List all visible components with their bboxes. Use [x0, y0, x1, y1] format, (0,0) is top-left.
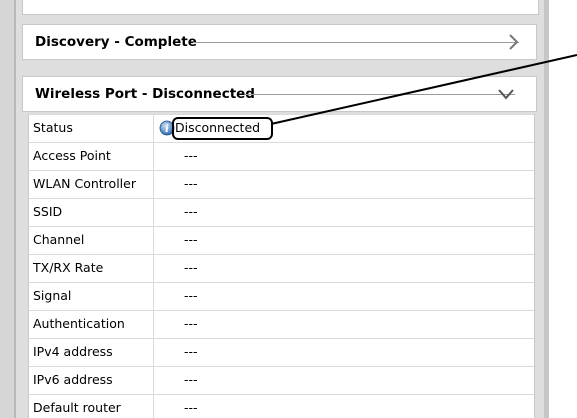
svg-text:i: i	[165, 124, 169, 135]
ipv4-address-label: IPv4 address	[33, 344, 113, 359]
default-router-value: ---	[184, 400, 198, 415]
column-divider	[153, 227, 154, 255]
signal-label: Signal	[33, 288, 72, 303]
column-divider	[153, 143, 154, 171]
column-divider	[153, 171, 154, 199]
ssid-value: ---	[184, 204, 198, 219]
authentication-value: ---	[184, 316, 198, 331]
access-point-value: ---	[184, 148, 198, 163]
column-divider	[153, 283, 154, 311]
status-label: Status	[33, 120, 73, 135]
ipv4-address-value: ---	[184, 344, 198, 359]
column-divider	[153, 311, 154, 339]
column-divider	[153, 339, 154, 367]
tx-rx-rate-label: TX/RX Rate	[33, 260, 104, 275]
table-row: IPv4 address ---	[29, 338, 534, 367]
status-callout-box	[172, 117, 273, 140]
chevron-right-icon[interactable]	[504, 33, 522, 51]
column-divider	[153, 199, 154, 227]
discovery-section-header[interactable]: Discovery - Complete	[22, 24, 537, 60]
channel-label: Channel	[33, 232, 85, 247]
ssid-label: SSID	[33, 204, 63, 219]
ipv6-address-value: ---	[184, 372, 198, 387]
wireless-section-header[interactable]: Wireless Port - Disconnected	[22, 76, 537, 112]
column-divider	[153, 115, 154, 143]
wireless-section-rule	[245, 94, 515, 95]
column-divider	[153, 395, 154, 418]
panel-left-border	[14, 0, 16, 418]
table-row: IPv6 address ---	[29, 366, 534, 395]
wlan-controller-value: ---	[184, 176, 198, 191]
wireless-properties-table: Status i Disconnected Access Point --- W…	[28, 114, 535, 418]
table-row: Authentication ---	[29, 310, 534, 339]
table-row: Channel ---	[29, 226, 534, 255]
wireless-section-title: Wireless Port - Disconnected	[35, 86, 255, 102]
ipv6-address-label: IPv6 address	[33, 372, 113, 387]
tx-rx-rate-value: ---	[184, 260, 198, 275]
table-row: Status i Disconnected	[29, 114, 534, 143]
discovery-section-rule	[193, 42, 519, 43]
column-divider	[153, 255, 154, 283]
default-router-label: Default router	[33, 400, 121, 415]
previous-section-card	[22, 0, 539, 15]
wlan-controller-label: WLAN Controller	[33, 176, 136, 191]
access-point-label: Access Point	[33, 148, 111, 163]
discovery-section-title: Discovery - Complete	[35, 34, 197, 50]
signal-value: ---	[184, 288, 198, 303]
table-row: WLAN Controller ---	[29, 170, 534, 199]
table-row: Access Point ---	[29, 142, 534, 171]
table-row: SSID ---	[29, 198, 534, 227]
table-row: Default router ---	[29, 394, 534, 418]
authentication-label: Authentication	[33, 316, 125, 331]
table-row: TX/RX Rate ---	[29, 254, 534, 283]
chevron-down-icon[interactable]	[497, 85, 515, 103]
panel-scrollbar-track[interactable]	[544, 0, 549, 418]
column-divider	[153, 367, 154, 395]
channel-value: ---	[184, 232, 198, 247]
table-row: Signal ---	[29, 282, 534, 311]
